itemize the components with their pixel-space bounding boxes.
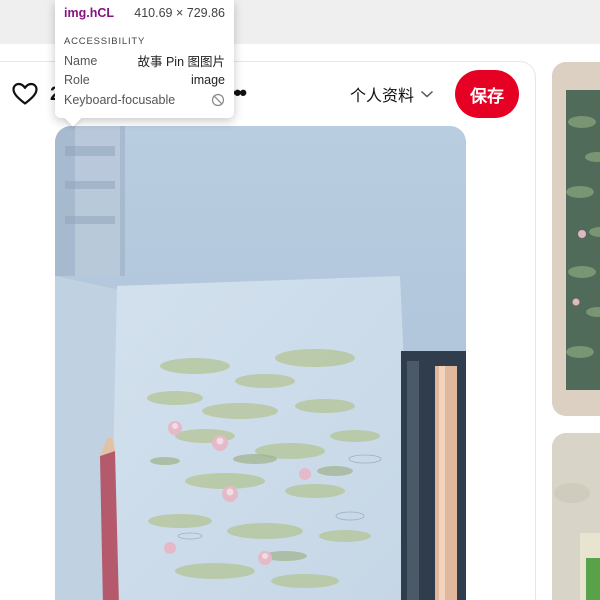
pin-image[interactable]: [55, 126, 466, 600]
save-button[interactable]: 保存: [455, 70, 519, 118]
related-pin-1[interactable]: [552, 62, 600, 416]
inspector-section-title: ACCESSIBILITY: [64, 36, 146, 47]
profile-dropdown-label: 个人资料: [350, 88, 415, 105]
inspector-row-name: Name 故事 Pin 图图片: [64, 53, 225, 70]
inspector-row-role: Role image: [64, 73, 225, 88]
profile-dropdown[interactable]: 个人资料: [350, 82, 434, 106]
chevron-down-icon: [421, 90, 434, 98]
inspector-element-size: 410.69 × 729.86: [134, 6, 225, 20]
water-lily-sketch-image: [55, 126, 466, 600]
related-pin-2[interactable]: [552, 433, 600, 600]
related-pin-2-image: [552, 433, 600, 600]
element-inspector-tooltip: img.hCL 410.69 × 729.86 ACCESSIBILITY Na…: [55, 0, 234, 118]
like-button[interactable]: [10, 80, 40, 108]
inspector-row-keyboard-focusable: Keyboard-focusable: [64, 90, 225, 110]
inspector-element-tag: img.hCL: [64, 6, 114, 20]
heart-icon: [12, 82, 38, 105]
not-allowed-icon: [211, 93, 225, 106]
related-pin-1-image: [552, 62, 600, 416]
